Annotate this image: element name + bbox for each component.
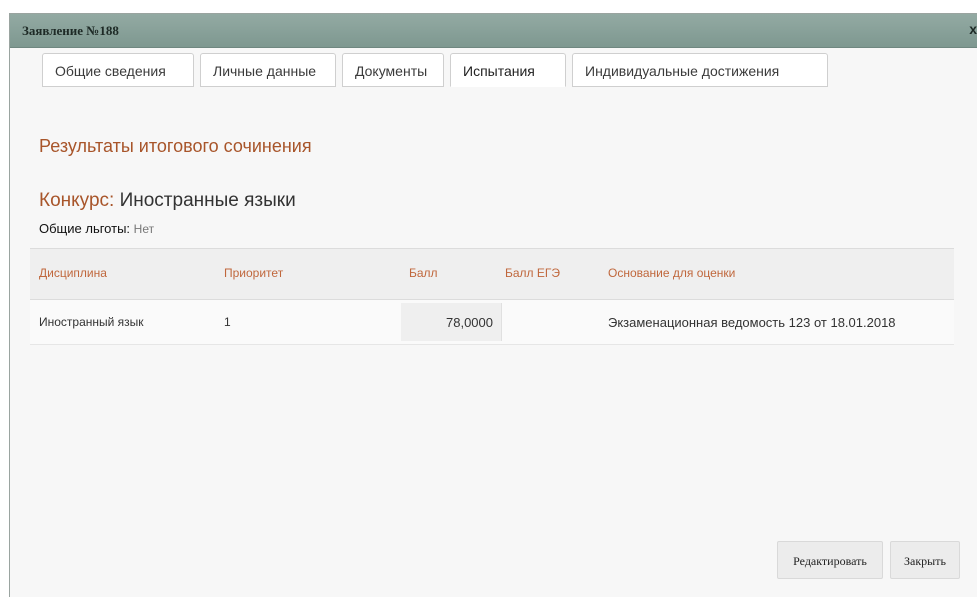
tab-tests[interactable]: Испытания [450,53,566,87]
close-button[interactable]: Закрыть [890,541,960,579]
cell-basis: Экзаменационная ведомость 123 от 18.01.2… [608,315,896,330]
tab-bar: Общие сведения Личные данные Документы И… [42,53,828,87]
tab-documents[interactable]: Документы [342,53,444,87]
benefits-label: Общие льготы: [39,221,131,236]
tab-general[interactable]: Общие сведения [42,53,194,87]
score-value: 78,0000 [446,315,493,330]
contest-heading: Конкурс: Иностранные языки [39,190,296,212]
table-header-row: Дисциплина Приоритет Балл Балл ЕГЭ Основ… [30,248,954,300]
section-title: Результаты итогового сочинения [39,136,312,156]
contest-label: Конкурс: [39,190,115,211]
dialog-title: Заявление №188 [22,23,119,38]
tab-individual-achievements[interactable]: Индивидуальные достижения [572,53,828,87]
column-header-basis[interactable]: Основание для оценки [608,266,735,280]
column-header-priority[interactable]: Приоритет [224,266,283,280]
close-icon[interactable]: x [969,21,977,37]
column-header-discipline[interactable]: Дисциплина [39,266,107,280]
benefits-value: Нет [133,222,155,236]
cell-priority: 1 [224,315,231,329]
contest-value: Иностранные языки [119,190,296,211]
column-header-score[interactable]: Балл [409,266,438,280]
table-row[interactable]: Иностранный язык 1 78,0000 Экзаменационн… [30,300,954,345]
cell-discipline: Иностранный язык [39,315,144,329]
benefits-line: Общие льготы: Нет [39,221,154,236]
cell-score[interactable]: 78,0000 [401,303,502,341]
results-table: Дисциплина Приоритет Балл Балл ЕГЭ Основ… [30,248,954,345]
edit-button[interactable]: Редактировать [777,541,883,579]
dialog-titlebar[interactable]: Заявление №188 x [10,14,977,48]
tab-personal-data[interactable]: Личные данные [200,53,336,87]
column-header-ege-score[interactable]: Балл ЕГЭ [505,266,560,280]
